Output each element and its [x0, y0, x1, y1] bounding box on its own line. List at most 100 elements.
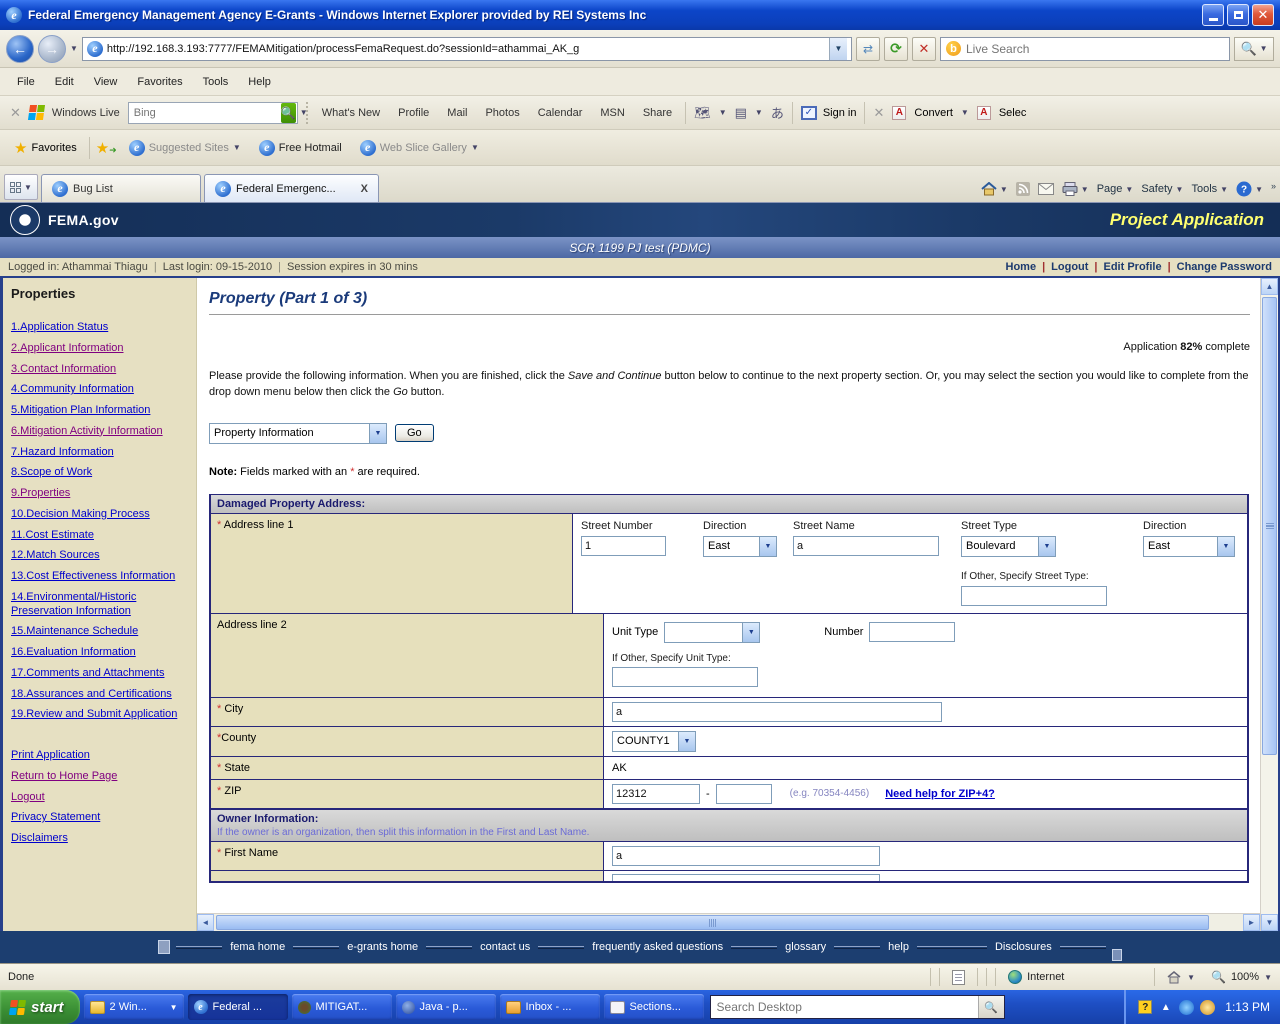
first-name-input[interactable]: [612, 845, 880, 866]
taskbar-item-federal[interactable]: e Federal ...: [187, 994, 288, 1020]
page-menu[interactable]: Page ▼: [1097, 183, 1134, 195]
bing-search-box[interactable]: 🔍 ▼: [127, 101, 308, 124]
sidebar-item-evaluation-information[interactable]: 16.Evaluation Information: [11, 646, 188, 660]
footer-faq[interactable]: frequently asked questions: [584, 941, 731, 953]
read-mail-button[interactable]: [1037, 183, 1054, 195]
tab-federal-emergency[interactable]: e Federal Emergenc... X: [204, 174, 379, 202]
menu-tools[interactable]: Tools: [194, 72, 238, 92]
sidebar-item-mitigation-plan-information[interactable]: 5.Mitigation Plan Information: [11, 404, 188, 418]
show-hidden-icons[interactable]: ▲: [1158, 1000, 1173, 1015]
favorite-free-hotmail[interactable]: e Free Hotmail: [253, 137, 348, 159]
sidebar-item-application-status[interactable]: 1.Application Status: [11, 321, 188, 335]
footer-contact-us[interactable]: contact us: [472, 941, 538, 953]
zip-help-link[interactable]: Need help for ZIP+4?: [885, 788, 995, 800]
card-dropdown-icon[interactable]: ▼: [755, 108, 763, 117]
convert-button[interactable]: Convert: [914, 107, 953, 119]
last-name-input[interactable]: [612, 873, 880, 881]
zoom-control[interactable]: 🔍 100% ▼: [1203, 970, 1280, 984]
unit-type-select[interactable]: ▼: [664, 621, 761, 643]
zip-plus4-input[interactable]: [715, 783, 772, 804]
toolbar-close-icon[interactable]: ✕: [10, 105, 21, 121]
tab-bug-list[interactable]: e Bug List: [41, 174, 201, 202]
live-link-photos[interactable]: Photos: [480, 107, 524, 119]
tools-menu[interactable]: Tools ▼: [1191, 183, 1228, 195]
sidebar-item-hazard-information[interactable]: 7.Hazard Information: [11, 446, 188, 460]
sidebar-return-home[interactable]: Return to Home Page: [11, 770, 188, 784]
address-field[interactable]: e ▼: [81, 36, 852, 61]
footer-help[interactable]: help: [880, 941, 917, 953]
refresh-button[interactable]: ⟳: [884, 36, 908, 61]
street-type-select[interactable]: Boulevard ▼: [961, 535, 1056, 557]
forward-button[interactable]: →: [38, 34, 66, 63]
footer-fema-home[interactable]: fema home: [222, 941, 293, 953]
change-password-link[interactable]: Change Password: [1177, 261, 1272, 273]
taskbar-item-java[interactable]: Java - p...: [395, 994, 496, 1020]
home-link[interactable]: Home: [1006, 261, 1037, 273]
add-favorite-icon[interactable]: ★➜: [96, 139, 117, 157]
sidebar-item-review-and-submit[interactable]: 19.Review and Submit Application: [11, 708, 188, 722]
minimize-button[interactable]: [1202, 4, 1224, 26]
live-link-whats-new[interactable]: What's New: [317, 107, 385, 119]
sidebar-privacy-statement[interactable]: Privacy Statement: [11, 811, 188, 825]
address-dropdown-icon[interactable]: ▼: [829, 37, 847, 60]
sidebar-item-cost-effectiveness-information[interactable]: 13.Cost Effectiveness Information: [11, 570, 188, 584]
taskbar-item-windows-group[interactable]: 2 Win... ▼: [83, 994, 184, 1020]
sidebar-print-application[interactable]: Print Application: [11, 749, 188, 763]
tab-close-icon[interactable]: X: [361, 183, 368, 195]
share-map-icon[interactable]: 🗺: [694, 105, 711, 121]
history-dropdown-icon[interactable]: ▼: [70, 44, 78, 53]
scroll-right-icon[interactable]: ►: [1243, 914, 1260, 931]
protected-mode-button[interactable]: ▼: [1159, 970, 1203, 984]
footer-egrants-home[interactable]: e-grants home: [339, 941, 426, 953]
vertical-scroll-thumb[interactable]: [1262, 297, 1277, 756]
adobe-toolbar-close-icon[interactable]: ✕: [873, 105, 884, 121]
vertical-scrollbar[interactable]: ▲ ▼: [1260, 278, 1278, 931]
menu-help[interactable]: Help: [239, 72, 280, 92]
favorite-web-slice-gallery[interactable]: e Web Slice Gallery ▼: [354, 137, 485, 159]
search-icon[interactable]: 🔍: [977, 996, 1004, 1018]
desktop-search-input[interactable]: [710, 1000, 978, 1014]
sidebar-item-community-information[interactable]: 4.Community Information: [11, 383, 188, 397]
card-icon[interactable]: ▤: [735, 105, 747, 121]
url-input[interactable]: [106, 42, 825, 55]
live-link-msn[interactable]: MSN: [595, 107, 629, 119]
home-button[interactable]: ▼: [981, 182, 1008, 196]
go-button[interactable]: Go: [395, 424, 434, 443]
restore-button[interactable]: [1227, 4, 1249, 26]
sidebar-disclaimers[interactable]: Disclaimers: [11, 832, 188, 846]
live-search-box[interactable]: b: [940, 36, 1230, 61]
sidebar-item-scope-of-work[interactable]: 8.Scope of Work: [11, 466, 188, 480]
direction-2-select[interactable]: East ▼: [1143, 535, 1235, 557]
close-button[interactable]: ✕: [1252, 4, 1274, 26]
menu-edit[interactable]: Edit: [46, 72, 83, 92]
fema-brand[interactable]: FEMA.gov: [48, 212, 119, 228]
toolbar-overflow-icon[interactable]: »: [1271, 181, 1276, 191]
city-input[interactable]: [612, 701, 942, 722]
safety-menu[interactable]: Safety ▼: [1141, 183, 1183, 195]
sidebar-item-cost-estimate[interactable]: 11.Cost Estimate: [11, 529, 188, 543]
sidebar-item-assurances-and-certifications[interactable]: 18.Assurances and Certifications: [11, 688, 188, 702]
taskbar-item-inbox[interactable]: Inbox - ...: [499, 994, 600, 1020]
menu-favorites[interactable]: Favorites: [128, 72, 191, 92]
footer-glossary[interactable]: glossary: [777, 941, 834, 953]
search-button[interactable]: 🔍 ▼: [1234, 36, 1274, 61]
help-button[interactable]: ? ▼: [1236, 181, 1263, 197]
direction-select[interactable]: East ▼: [703, 535, 777, 557]
sidebar-item-environmental-historic[interactable]: 14.Environmental/Historic Preservation I…: [11, 591, 188, 619]
taskbar-item-sections[interactable]: Sections...: [603, 994, 704, 1020]
unit-number-input[interactable]: [869, 622, 956, 643]
select-button[interactable]: Selec: [999, 107, 1027, 119]
county-select[interactable]: COUNTY1 ▼: [612, 730, 696, 752]
print-button[interactable]: ▼: [1062, 182, 1089, 196]
favorite-suggested-sites[interactable]: e Suggested Sites ▼: [123, 137, 247, 159]
sidebar-item-applicant-information[interactable]: 2.Applicant Information: [11, 342, 188, 356]
sidebar-item-properties[interactable]: 9.Properties: [11, 487, 188, 501]
stop-button[interactable]: ✕: [912, 36, 936, 61]
help-tray-icon[interactable]: ?: [1138, 1000, 1153, 1014]
other-street-type-input[interactable]: [961, 585, 1107, 606]
favorites-button[interactable]: ★ Favorites: [8, 136, 83, 160]
zip-input[interactable]: [612, 783, 700, 804]
sign-in-button[interactable]: ✓ Sign in: [800, 105, 856, 120]
street-name-input[interactable]: [793, 535, 939, 556]
other-unit-type-input[interactable]: [612, 666, 758, 687]
